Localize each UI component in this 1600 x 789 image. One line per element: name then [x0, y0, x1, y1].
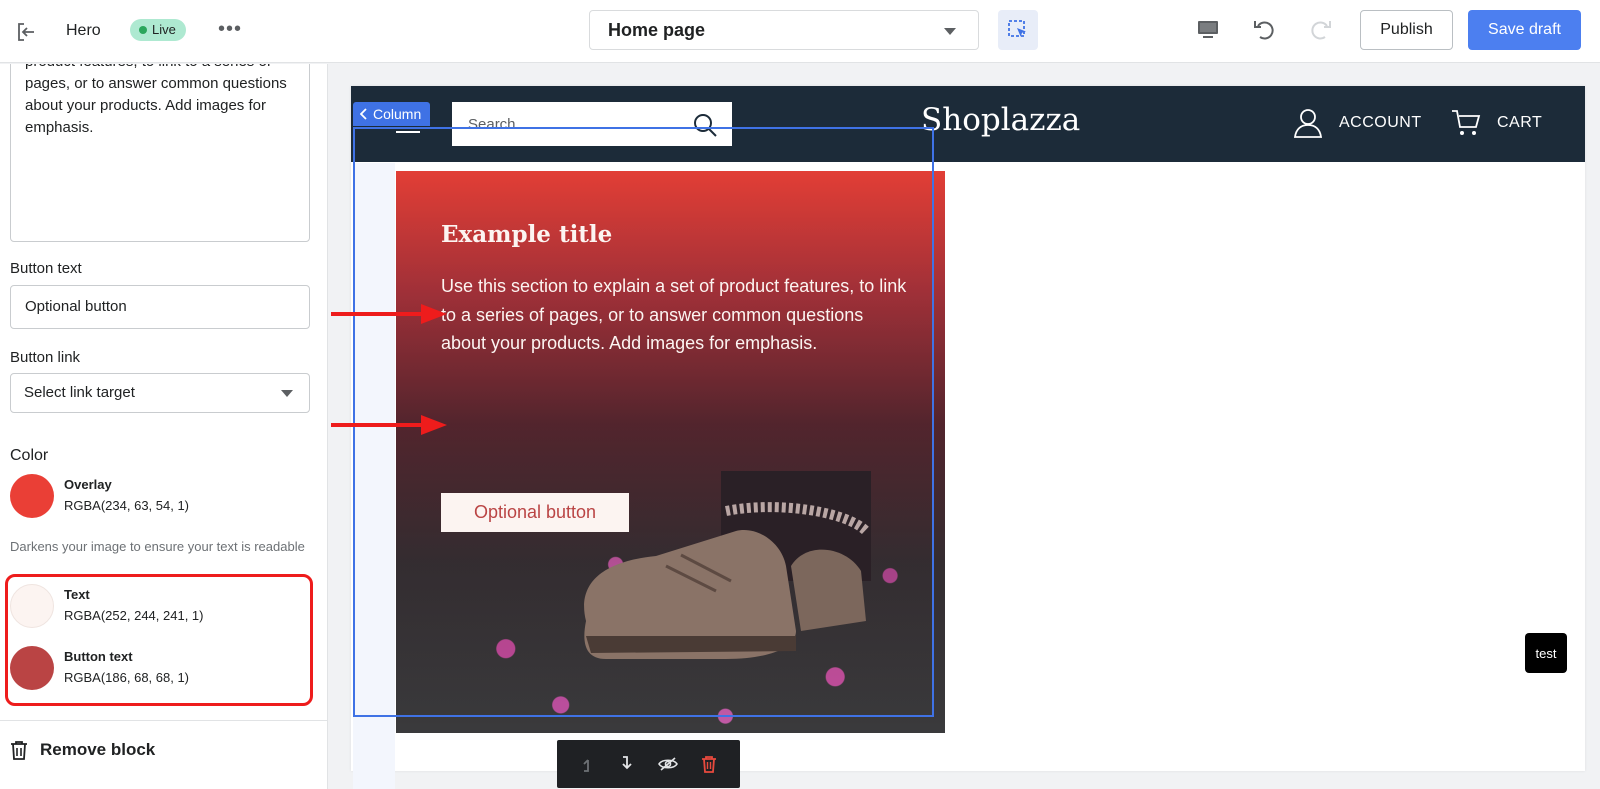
publish-button[interactable]: Publish [1360, 10, 1453, 50]
block-toolbar [557, 740, 740, 788]
chevron-down-icon [944, 28, 956, 35]
test-button[interactable]: test [1525, 633, 1567, 673]
button-link-select[interactable]: Select link target [10, 373, 310, 413]
store-header: Search... Shoplazza ACCOUNT CART [351, 86, 1585, 162]
undo-icon[interactable] [1252, 17, 1278, 43]
overlay-color-name: Overlay [64, 477, 112, 492]
move-down-icon[interactable] [619, 755, 635, 773]
button-text-label: Button text [10, 260, 82, 277]
overlay-color-value: RGBA(234, 63, 54, 1) [64, 498, 190, 513]
annotation-arrow-icon [331, 304, 447, 324]
settings-sidebar: product features, to link to a series of… [0, 64, 328, 789]
cart-icon[interactable] [1451, 108, 1481, 138]
color-heading: Color [10, 447, 49, 464]
chevron-down-icon [281, 390, 293, 397]
overlay-help-text: Darkens your image to ensure your text i… [10, 539, 305, 554]
store-logo[interactable]: Shoplazza [921, 102, 1080, 138]
button-link-value: Select link target [24, 384, 135, 401]
page-select-value: Home page [608, 20, 706, 40]
button-text-input[interactable]: Optional button [10, 285, 310, 329]
live-dot-icon [139, 26, 147, 34]
live-badge-label: Live [152, 22, 176, 37]
annotation-highlight-box [5, 574, 313, 706]
divider [0, 720, 327, 721]
button-link-label: Button link [10, 349, 81, 366]
redo-icon[interactable] [1307, 17, 1333, 43]
overlay-color-swatch[interactable] [10, 474, 54, 518]
save-draft-button[interactable]: Save draft [1468, 10, 1581, 50]
column-background [353, 163, 395, 789]
exit-icon[interactable] [14, 20, 38, 44]
search-icon[interactable] [692, 112, 718, 138]
select-element-button[interactable] [998, 10, 1038, 50]
chevron-left-icon [360, 108, 367, 120]
desktop-icon[interactable] [1196, 18, 1220, 42]
live-badge: Live [130, 19, 186, 41]
hero-block[interactable]: Example title Use this section to explai… [396, 171, 945, 733]
section-title: Hero [66, 22, 101, 39]
cart-link[interactable]: CART [1497, 114, 1542, 132]
store-search-input[interactable]: Search... [451, 101, 733, 147]
column-tag-label: Column [373, 106, 422, 122]
hide-icon[interactable] [657, 756, 678, 772]
description-text: product features, to link to a series of… [25, 64, 287, 136]
more-options-icon[interactable]: ••• [218, 18, 242, 41]
account-icon[interactable] [1293, 108, 1323, 138]
preview-canvas: Search... Shoplazza ACCOUNT CART Example… [351, 86, 1585, 789]
hero-text: Use this section to explain a set of pro… [441, 276, 907, 353]
hero-title: Example title [441, 221, 613, 248]
delete-icon[interactable] [701, 755, 717, 773]
remove-block-label: Remove block [40, 740, 156, 759]
move-up-icon[interactable] [580, 755, 596, 773]
search-placeholder: Search... [468, 116, 529, 133]
select-cursor-icon [1008, 20, 1026, 37]
column-breadcrumb-tag[interactable]: Column [353, 102, 431, 126]
description-textarea[interactable]: product features, to link to a series of… [10, 64, 310, 242]
account-link[interactable]: ACCOUNT [1339, 114, 1422, 132]
remove-block-button[interactable]: Remove block [10, 740, 155, 760]
trash-icon [11, 741, 27, 760]
annotation-arrow-icon [331, 415, 447, 435]
top-bar: Hero Live ••• Home page Publish Save dra… [0, 0, 1600, 63]
hero-optional-button[interactable]: Optional button [441, 493, 629, 532]
page-select[interactable]: Home page [589, 10, 979, 50]
